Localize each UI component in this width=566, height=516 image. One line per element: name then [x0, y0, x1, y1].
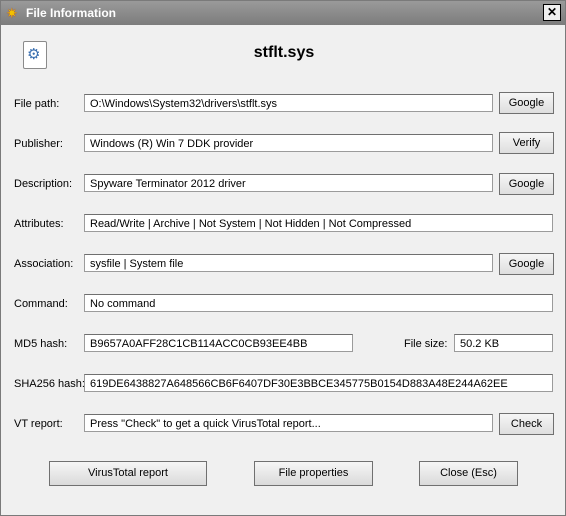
file-size-field[interactable]: 50.2 KB: [454, 334, 553, 352]
verify-button[interactable]: Verify: [499, 132, 554, 154]
description-field[interactable]: Spyware Terminator 2012 driver: [84, 174, 493, 192]
file-name-title: stflt.sys: [253, 44, 315, 61]
virustotal-report-button[interactable]: VirusTotal report: [49, 461, 207, 486]
publisher-field[interactable]: Windows (R) Win 7 DDK provider: [84, 134, 493, 152]
association-label: Association:: [14, 258, 74, 270]
close-esc-button[interactable]: Close (Esc): [419, 461, 518, 486]
command-field[interactable]: No command: [84, 294, 553, 312]
file-path-google-button[interactable]: Google: [499, 92, 554, 114]
title-bar[interactable]: ✷ File Information ✕: [1, 1, 565, 25]
association-google-button[interactable]: Google: [499, 253, 554, 275]
check-button[interactable]: Check: [499, 413, 554, 435]
md5-hash-field[interactable]: B9657A0AFF28C1CB114ACC0CB93EE4BB: [84, 334, 353, 352]
file-size-label: File size:: [404, 338, 448, 350]
attributes-label: Attributes:: [14, 218, 64, 230]
file-information-window: ✷ File Information ✕ ⚙ stflt.sys File pa…: [0, 0, 566, 516]
window-title: File Information: [26, 6, 116, 20]
file-properties-button[interactable]: File properties: [254, 461, 373, 486]
app-logo-icon: ✷: [6, 5, 18, 21]
description-label: Description:: [14, 178, 73, 190]
sha256-hash-label: SHA256 hash:: [14, 378, 85, 390]
description-google-button[interactable]: Google: [499, 173, 554, 195]
sha256-hash-field[interactable]: 619DE6438827A648566CB6F6407DF30E3BBCE345…: [84, 374, 553, 392]
attributes-field[interactable]: Read/Write | Archive | Not System | Not …: [84, 214, 553, 232]
publisher-label: Publisher:: [14, 138, 63, 150]
association-field[interactable]: sysfile | System file: [84, 254, 493, 272]
vt-report-field[interactable]: Press "Check" to get a quick VirusTotal …: [84, 414, 493, 432]
command-label: Command:: [14, 298, 68, 310]
file-path-field[interactable]: O:\Windows\System32\drivers\stflt.sys: [84, 94, 493, 112]
vt-report-label: VT report:: [14, 418, 63, 430]
file-path-label: File path:: [14, 98, 60, 110]
md5-hash-label: MD5 hash:: [14, 338, 68, 350]
close-window-button[interactable]: ✕: [543, 4, 561, 21]
